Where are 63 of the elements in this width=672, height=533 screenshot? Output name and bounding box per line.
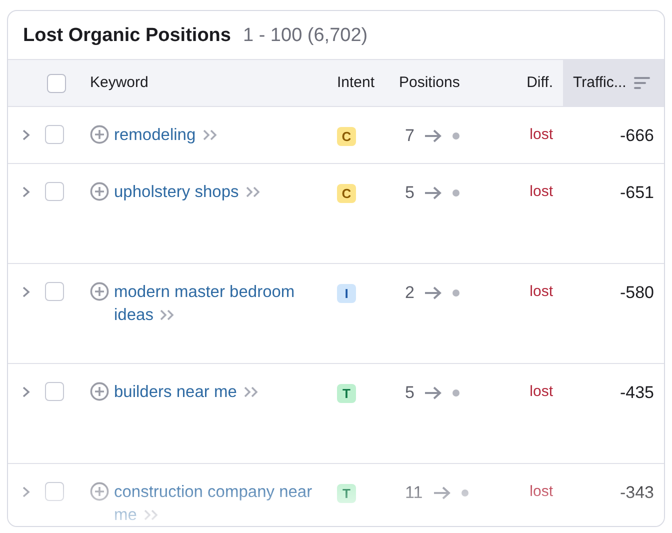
- column-header[interactable]: Intent: [331, 60, 391, 106]
- intent-badge: T: [337, 384, 356, 404]
- intent-badge: C: [337, 127, 356, 146]
- double-chevron-icon[interactable]: [159, 309, 176, 321]
- row-checkbox[interactable]: [45, 282, 64, 301]
- position-value: 7: [405, 124, 414, 147]
- dot-icon: [452, 288, 460, 296]
- diff-status: lost: [530, 482, 553, 502]
- select-all-checkbox[interactable]: [47, 74, 66, 92]
- dot-icon: [452, 132, 460, 140]
- position-value: 11: [405, 482, 423, 504]
- row-checkbox[interactable]: [45, 382, 64, 401]
- intent-badge: C: [337, 184, 356, 204]
- expand-chevron-icon[interactable]: [22, 286, 30, 298]
- keyword-link[interactable]: builders near me: [114, 381, 273, 404]
- right-arrow-icon: [424, 286, 442, 300]
- dot-icon: [452, 188, 460, 196]
- keyword-link[interactable]: modern master bedroom ideas: [114, 281, 331, 327]
- right-arrow-icon: [424, 186, 442, 200]
- intent-badge: I: [337, 284, 356, 304]
- add-icon[interactable]: [90, 482, 109, 501]
- double-chevron-icon[interactable]: [202, 129, 218, 141]
- column-header[interactable]: Positions: [391, 60, 501, 106]
- traffic-value: -343: [620, 482, 654, 504]
- diff-status: lost: [530, 182, 553, 202]
- traffic-value: -651: [620, 182, 654, 204]
- row-checkbox[interactable]: [45, 482, 64, 501]
- row-checkbox[interactable]: [45, 125, 64, 144]
- sort-icon[interactable]: [634, 77, 650, 89]
- intent-badge: T: [337, 484, 356, 504]
- column-header[interactable]: Traffic...: [563, 60, 664, 106]
- expand-chevron-icon[interactable]: [22, 186, 30, 198]
- column-header[interactable]: Diff.: [501, 60, 563, 106]
- add-icon[interactable]: [90, 125, 109, 144]
- row-checkbox[interactable]: [45, 182, 64, 201]
- traffic-value: -666: [620, 124, 654, 147]
- position-value: 5: [405, 182, 414, 204]
- keyword-link[interactable]: upholstery shops: [114, 181, 275, 204]
- position-value: 2: [405, 282, 414, 304]
- double-chevron-icon[interactable]: [142, 509, 159, 521]
- double-chevron-icon[interactable]: [244, 186, 261, 198]
- add-icon[interactable]: [90, 182, 109, 201]
- add-icon[interactable]: [90, 382, 109, 401]
- diff-status: lost: [530, 125, 553, 146]
- result-count: 1 - 100 (6,702): [242, 24, 368, 48]
- diff-status: lost: [530, 382, 553, 402]
- expand-chevron-icon[interactable]: [22, 486, 30, 498]
- right-arrow-icon: [424, 128, 442, 142]
- column-header[interactable]: Keyword: [82, 60, 331, 106]
- expand-chevron-icon[interactable]: [22, 386, 30, 398]
- dot-icon: [452, 388, 460, 396]
- right-arrow-icon: [424, 386, 442, 400]
- keyword-link[interactable]: remodeling: [114, 124, 232, 147]
- traffic-value: -435: [620, 382, 654, 404]
- right-arrow-icon: [432, 486, 451, 500]
- expand-chevron-icon[interactable]: [22, 129, 30, 141]
- position-value: 5: [405, 382, 414, 404]
- double-chevron-icon[interactable]: [242, 386, 259, 398]
- table-title: Lost Organic Positions: [23, 24, 231, 48]
- dot-icon: [460, 488, 469, 496]
- diff-status: lost: [530, 282, 553, 302]
- add-icon[interactable]: [90, 282, 109, 301]
- traffic-value: -580: [620, 282, 654, 304]
